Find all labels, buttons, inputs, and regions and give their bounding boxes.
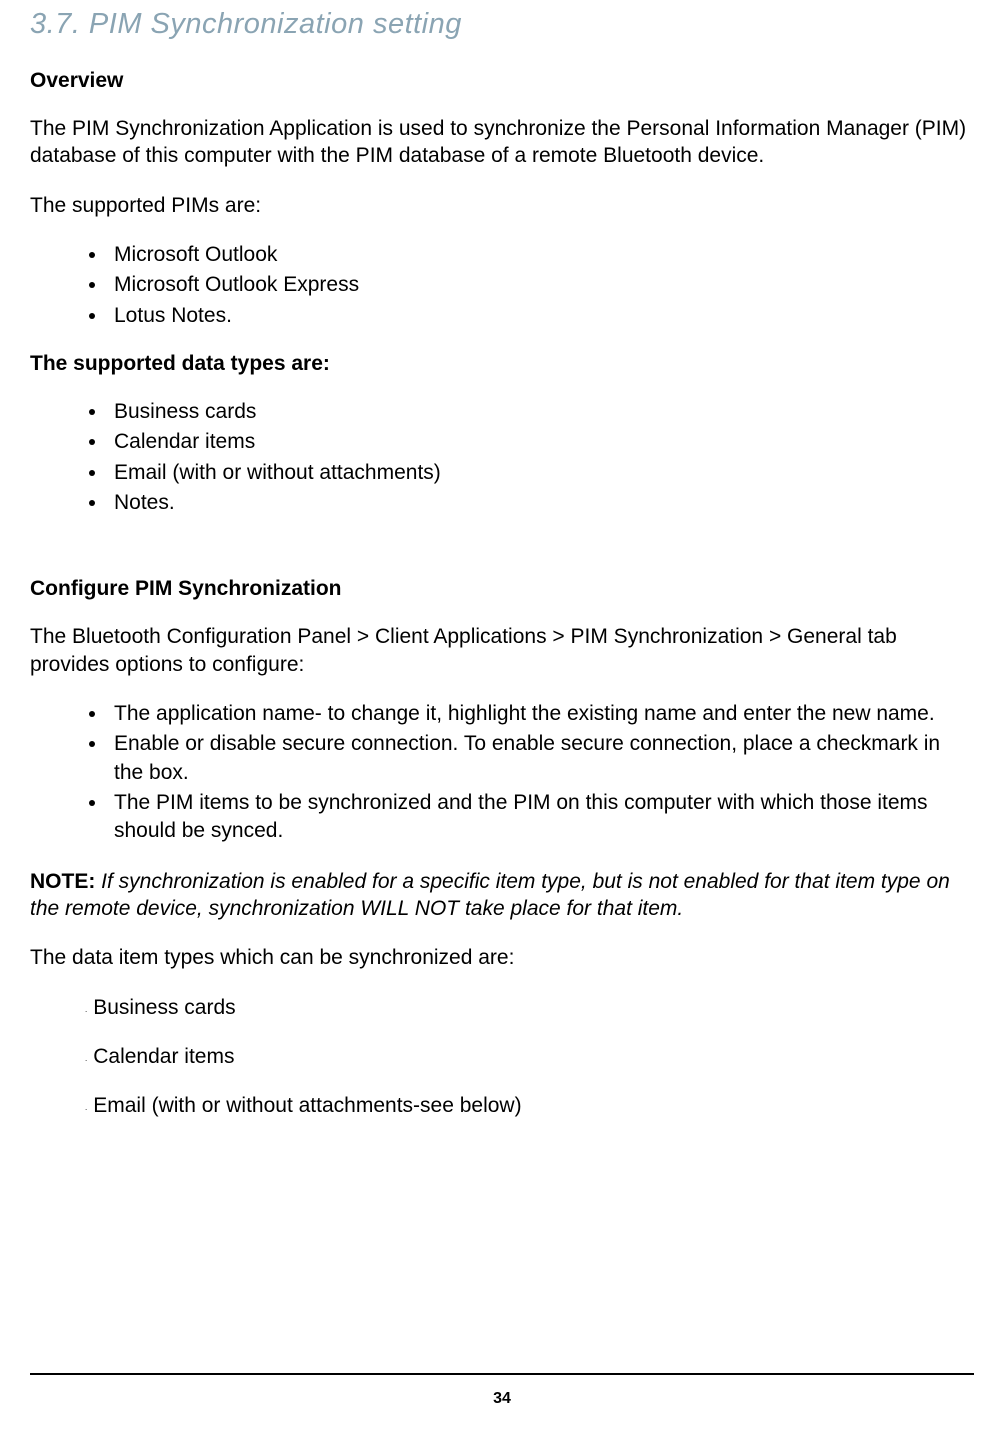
list-item: Lotus Notes. (108, 302, 974, 330)
list-item: Microsoft Outlook Express (108, 271, 974, 299)
list-item: Notes. (108, 489, 974, 517)
list-item-text: Email (with or without attachments-see b… (93, 1094, 521, 1117)
sync-items-label: The data item types which can be synchro… (30, 944, 974, 971)
page-number: 34 (493, 1390, 511, 1407)
list-item: Email (with or without attachments-see b… (85, 1092, 974, 1119)
list-item: Email (with or without attachments) (108, 459, 974, 487)
configure-heading: Configure PIM Synchronization (30, 577, 974, 601)
sync-items-list: Business cards Calendar items Email (wit… (30, 994, 974, 1120)
list-item: The PIM items to be synchronized and the… (108, 789, 974, 846)
overview-heading: Overview (30, 69, 974, 93)
list-item: Business cards (85, 994, 974, 1021)
supported-pims-list: Microsoft Outlook Microsoft Outlook Expr… (30, 241, 974, 330)
list-item: Business cards (108, 398, 974, 426)
configure-options-list: The application name- to change it, high… (30, 700, 974, 846)
list-item: Microsoft Outlook (108, 241, 974, 269)
list-item-text: Business cards (93, 996, 235, 1019)
supported-types-list: Business cards Calendar items Email (wit… (30, 398, 974, 517)
supported-types-heading: The supported data types are: (30, 352, 974, 376)
overview-text: The PIM Synchronization Application is u… (30, 115, 974, 170)
list-item: The application name- to change it, high… (108, 700, 974, 728)
configure-intro: The Bluetooth Configuration Panel > Clie… (30, 623, 974, 678)
note-paragraph: NOTE: If synchronization is enabled for … (30, 868, 974, 923)
list-item: Enable or disable secure connection. To … (108, 730, 974, 787)
section-title: 3.7. PIM Synchronization setting (30, 8, 974, 41)
supported-pims-label: The supported PIMs are: (30, 192, 974, 219)
list-item-text: Calendar items (93, 1045, 234, 1068)
list-item: Calendar items (85, 1043, 974, 1070)
note-body: If synchronization is enabled for a spec… (30, 870, 950, 920)
note-label: NOTE: (30, 870, 95, 893)
list-item: Calendar items (108, 428, 974, 456)
footer-divider (30, 1373, 974, 1375)
page-footer: 34 (30, 1373, 974, 1409)
